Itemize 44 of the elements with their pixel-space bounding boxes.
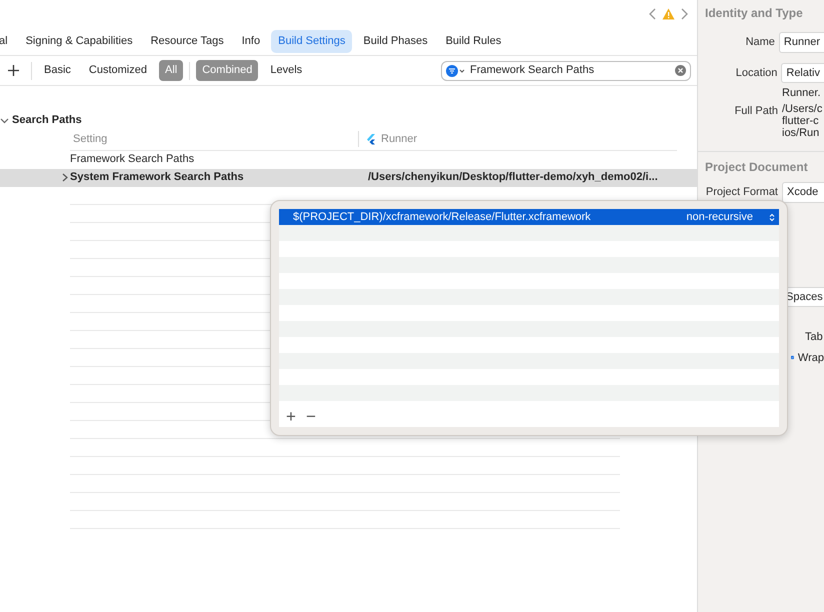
search-field[interactable]: Framework Search Paths [441, 60, 691, 80]
full-path: /Users/c flutter-c ios/Run [782, 103, 822, 139]
flutter-logo-icon [367, 134, 375, 144]
text-field[interactable]: Xcode [782, 182, 824, 202]
file-name: Runner. [781, 87, 822, 99]
path-text: $(PROJECT_DIR)/xcframework/Release/Flutter.xcframework [293, 210, 591, 225]
remove-button[interactable]: − [302, 409, 319, 425]
section-title: Project Document [698, 151, 824, 176]
setting-value: /Users/chenyikun/Desktop/flutter-demo/xyh_demo02/i... [368, 170, 658, 186]
tab[interactable]: Build Rules [438, 30, 508, 53]
filter-button[interactable]: Levels [264, 60, 308, 81]
column-header: Runner [381, 132, 418, 147]
field-label: Name [744, 35, 775, 50]
filter-icon [446, 64, 466, 76]
plus-icon[interactable] [8, 64, 19, 76]
section-title: Identity and Type [705, 5, 804, 22]
tab[interactable]: Info [234, 30, 268, 53]
field-label: Location [734, 66, 778, 80]
tab[interactable]: Build Settings [271, 30, 352, 53]
path-row[interactable]: $(PROJECT_DIR)/xcframework/Release/Flutter.xcframework non-recursive [279, 209, 779, 225]
chevron-down-icon[interactable] [0, 116, 9, 125]
section-title: Search Paths [12, 113, 82, 128]
setting-name: Framework Search Paths [70, 152, 196, 168]
filter-button[interactable]: Customized [82, 60, 153, 81]
field-label: Tab [804, 330, 824, 345]
setting-row[interactable]: System Framework Search Paths /Users/chenyikun/Desktop/flutter-demo/xyh_demo02/i... [0, 168, 697, 186]
filter-button[interactable]: Basic [38, 60, 77, 81]
chevron-right-icon[interactable] [62, 173, 68, 182]
clear-icon[interactable] [675, 65, 686, 76]
tab[interactable]: Signing & Capabilities [18, 30, 140, 53]
tab[interactable]: Build Phases [356, 30, 435, 53]
back-icon[interactable] [648, 7, 658, 21]
text-field[interactable]: Relativ [781, 62, 824, 83]
setting-name: System Framework Search Paths [70, 170, 245, 186]
forward-icon[interactable] [679, 7, 689, 21]
recursion-dropdown[interactable]: non-recursive [686, 208, 753, 226]
tab[interactable]: Resource Tags [144, 30, 231, 53]
field-label: Full Path [734, 104, 778, 119]
field-label: Project Format [705, 185, 778, 200]
column-header: Setting [73, 132, 108, 145]
checkbox-label: Wrap [798, 350, 824, 366]
stepper-icon[interactable] [769, 212, 775, 222]
add-button[interactable]: + [283, 409, 299, 425]
text-field[interactable]: Runner [778, 32, 824, 52]
